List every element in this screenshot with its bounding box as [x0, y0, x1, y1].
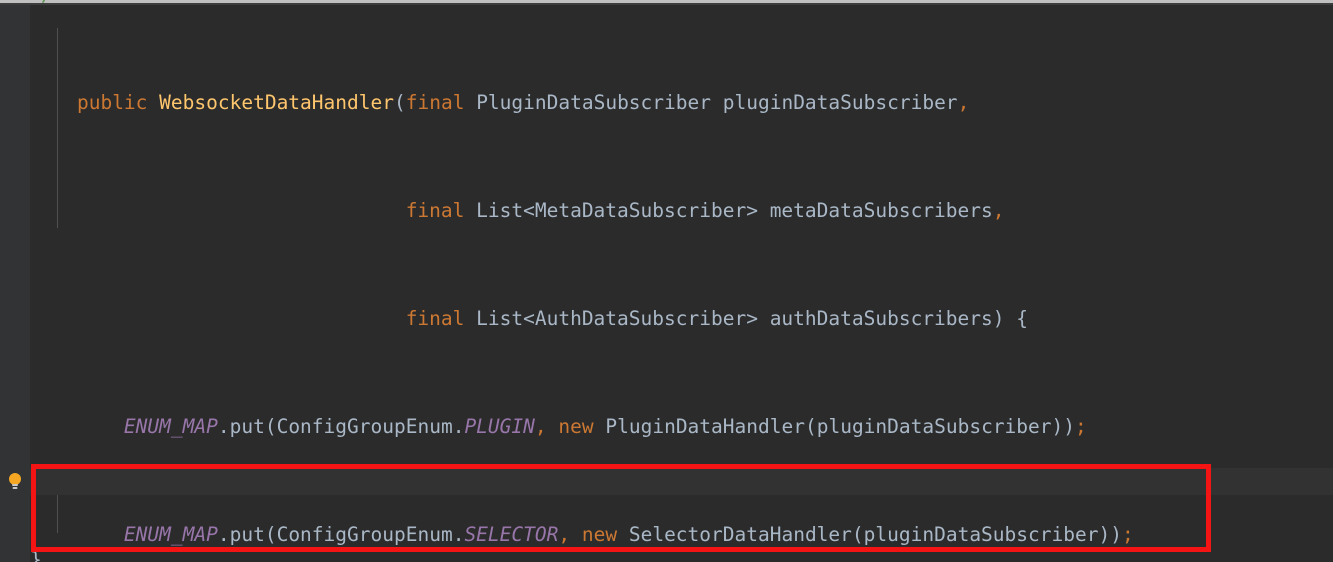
constructor-name: WebsocketDataHandler [159, 91, 394, 114]
dot: . [452, 415, 465, 438]
static-field-enum-map: ENUM_MAP [123, 415, 218, 438]
param-auth-data-subscribers: authDataSubscribers [769, 307, 993, 330]
method-put: put [229, 415, 265, 438]
enum-constant-selector: SELECTOR [464, 523, 559, 546]
editor-gutter[interactable] [0, 5, 30, 562]
type-meta-data-subscriber: MetaDataSubscriber [534, 199, 747, 222]
comma: , [534, 415, 547, 438]
code-line-constructor-signature-1[interactable]: public WebsocketDataHandler(final Plugin… [30, 89, 1333, 116]
paren-open: ( [851, 523, 864, 546]
paren-open: ( [264, 415, 277, 438]
keyword-final: final [405, 199, 465, 222]
type-plugin-data-subscriber: PluginDataSubscriber [476, 91, 711, 114]
paren-close-pair: )) [1051, 415, 1076, 438]
generic-open: < [523, 199, 535, 222]
generic-close: > [746, 199, 758, 222]
enum-class: ConfigGroupEnum [276, 415, 453, 438]
keyword-public: public [76, 91, 148, 114]
code-line-constructor-signature-3[interactable]: final List<AuthDataSubscriber> authDataS… [30, 305, 1333, 332]
cut-off-brace-bottom: } [30, 546, 42, 562]
type-list: List [476, 307, 524, 330]
semicolon: ; [1121, 523, 1134, 546]
enum-constant-plugin: PLUGIN [464, 415, 535, 438]
lightbulb-icon[interactable] [4, 471, 26, 493]
method-put: put [229, 523, 265, 546]
brace-open: { [1016, 307, 1028, 330]
param-plugin-data-subscriber: pluginDataSubscriber [722, 91, 958, 114]
code-editor-viewport[interactable]: */ public WebsocketDataHandler(final Plu… [0, 0, 1333, 562]
paren-open: ( [264, 523, 277, 546]
paren-close: ) [992, 307, 1005, 330]
keyword-final: final [405, 307, 465, 330]
param-plugin-data-subscriber: pluginDataSubscriber [863, 523, 1099, 546]
keyword-final: final [405, 91, 465, 114]
paren-open: ( [804, 415, 817, 438]
code-text-layer[interactable]: public WebsocketDataHandler(final Plugin… [30, 0, 1333, 562]
comma: , [957, 91, 970, 114]
keyword-new: new [558, 415, 594, 438]
cut-off-brace-text: } [30, 548, 42, 562]
type-auth-data-subscriber: AuthDataSubscriber [534, 307, 747, 330]
dot: . [452, 523, 465, 546]
keyword-new: new [581, 523, 618, 546]
code-line-enum-put-plugin[interactable]: ENUM_MAP.put(ConfigGroupEnum.PLUGIN, new… [30, 413, 1333, 440]
code-line-constructor-signature-2[interactable]: final List<MetaDataSubscriber> metaDataS… [30, 197, 1333, 224]
comma: , [558, 523, 571, 546]
dot: . [217, 523, 230, 546]
code-line-enum-put-selector[interactable]: ENUM_MAP.put(ConfigGroupEnum.SELECTOR, n… [30, 521, 1333, 548]
handler-plugin: PluginDataHandler [605, 415, 805, 438]
generic-open: < [523, 307, 535, 330]
semicolon: ; [1075, 415, 1087, 438]
dot: . [217, 415, 230, 438]
paren-close-pair: )) [1098, 523, 1122, 546]
generic-close: > [746, 307, 758, 330]
static-field-enum-map: ENUM_MAP [123, 523, 218, 546]
param-meta-data-subscribers: metaDataSubscribers [769, 199, 993, 222]
param-plugin-data-subscriber: pluginDataSubscriber [816, 415, 1052, 438]
type-list: List [476, 199, 524, 222]
comma: , [992, 199, 1005, 222]
handler-selector: SelectorDataHandler [628, 523, 852, 546]
enum-class: ConfigGroupEnum [276, 523, 453, 546]
paren-open: ( [393, 91, 406, 114]
